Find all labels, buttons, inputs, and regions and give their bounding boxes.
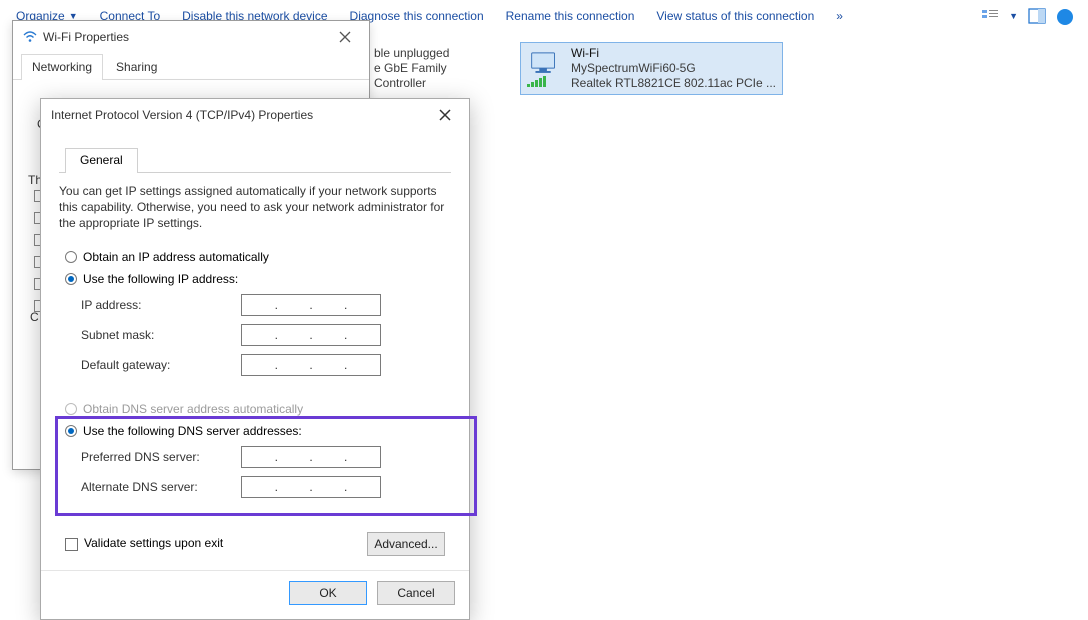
radio-label: Obtain DNS server address automatically <box>83 402 303 416</box>
validate-label: Validate settings upon exit <box>84 536 223 550</box>
adapter-wifi[interactable]: Wi-Fi MySpectrumWiFi60-5G Realtek RTL882… <box>520 42 783 95</box>
dns-fields: Preferred DNS server: ... Alternate DNS … <box>59 442 451 508</box>
ip-fields: IP address: ... Subnet mask: ... Default… <box>59 290 451 386</box>
alt-dns-label: Alternate DNS server: <box>81 480 241 494</box>
view-options-icon[interactable] <box>981 8 999 24</box>
ip-address-input[interactable]: ... <box>241 294 381 316</box>
ipv4-body: General You can get IP settings assigned… <box>41 131 469 570</box>
adapter-text: Wi-Fi MySpectrumWiFi60-5G Realtek RTL882… <box>571 46 776 91</box>
close-icon[interactable] <box>331 26 359 48</box>
pref-dns-label: Preferred DNS server: <box>81 450 241 464</box>
adapter-list: ble unplugged e GbE Family Controller Wi… <box>368 42 783 95</box>
adapter-hw: e GbE Family Controller <box>374 61 492 91</box>
signal-bars-icon <box>527 75 563 86</box>
adapter-title: Wi-Fi <box>571 46 776 61</box>
checkbox-icon <box>65 538 78 551</box>
radio-ip-auto[interactable]: Obtain an IP address automatically <box>59 246 451 268</box>
dialog-buttons: OK Cancel <box>41 570 469 619</box>
peek-label: C <box>30 310 39 324</box>
adapter-status: ble unplugged <box>374 46 492 61</box>
wifi-adapter-icon <box>527 51 563 87</box>
radio-label: Use the following IP address: <box>83 272 238 286</box>
wifi-tabs: Networking Sharing <box>13 53 369 80</box>
dns-group: Obtain DNS server address automatically … <box>59 398 451 514</box>
toolbar-overflow[interactable]: » <box>826 5 853 27</box>
adapter-text: ble unplugged e GbE Family Controller <box>374 46 492 91</box>
ok-button[interactable]: OK <box>289 581 367 605</box>
adapter-hw: Realtek RTL8821CE 802.11ac PCIe ... <box>571 76 776 91</box>
toolbar-rename[interactable]: Rename this connection <box>496 5 645 27</box>
radio-dns-manual[interactable]: Use the following DNS server addresses: <box>59 420 451 442</box>
radio-icon <box>65 251 77 263</box>
wifi-title: Wi-Fi Properties <box>43 30 331 44</box>
toolbar-right: ▼ <box>981 8 1082 24</box>
ipv4-tabs: General <box>59 147 451 173</box>
subnet-input[interactable]: ... <box>241 324 381 346</box>
radio-ip-manual[interactable]: Use the following IP address: <box>59 268 451 290</box>
gateway-input[interactable]: ... <box>241 354 381 376</box>
help-icon[interactable] <box>1056 8 1074 24</box>
ipv4-titlebar[interactable]: Internet Protocol Version 4 (TCP/IPv4) P… <box>41 99 469 131</box>
wifi-icon <box>23 30 37 44</box>
ipv4-properties-dialog: Internet Protocol Version 4 (TCP/IPv4) P… <box>40 98 470 620</box>
radio-icon <box>65 425 77 437</box>
tab-networking[interactable]: Networking <box>21 54 103 80</box>
wifi-titlebar[interactable]: Wi-Fi Properties <box>13 21 369 53</box>
ip-group: Obtain an IP address automatically Use t… <box>59 246 451 386</box>
toolbar-view-status[interactable]: View status of this connection <box>646 5 824 27</box>
tab-sharing[interactable]: Sharing <box>105 54 168 80</box>
validate-checkbox[interactable]: Validate settings upon exit <box>65 536 223 550</box>
close-icon[interactable] <box>431 104 459 126</box>
adapter-ssid: MySpectrumWiFi60-5G <box>571 61 776 76</box>
adapter-ethernet[interactable]: ble unplugged e GbE Family Controller <box>368 42 498 95</box>
radio-label: Obtain an IP address automatically <box>83 250 269 264</box>
pref-dns-input[interactable]: ... <box>241 446 381 468</box>
validate-row: Validate settings upon exit Advanced... <box>59 526 451 558</box>
ip-address-label: IP address: <box>81 298 241 312</box>
chevron-down-icon[interactable]: ▼ <box>1009 11 1018 21</box>
radio-icon <box>65 273 77 285</box>
radio-dns-auto: Obtain DNS server address automatically <box>59 398 451 420</box>
ipv4-title: Internet Protocol Version 4 (TCP/IPv4) P… <box>51 108 431 122</box>
tab-general[interactable]: General <box>65 148 138 173</box>
ipv4-help-text: You can get IP settings assigned automat… <box>59 183 451 232</box>
radio-icon <box>65 403 77 415</box>
preview-pane-icon[interactable] <box>1028 8 1046 24</box>
subnet-label: Subnet mask: <box>81 328 241 342</box>
cancel-button[interactable]: Cancel <box>377 581 455 605</box>
radio-label: Use the following DNS server addresses: <box>83 424 302 438</box>
gateway-label: Default gateway: <box>81 358 241 372</box>
alt-dns-input[interactable]: ... <box>241 476 381 498</box>
